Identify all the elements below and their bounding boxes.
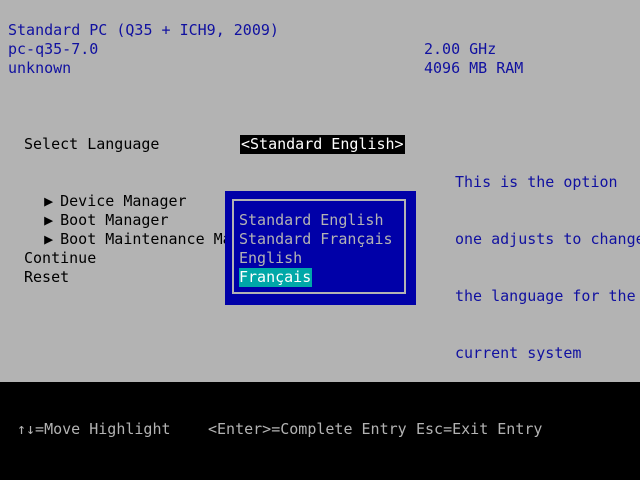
submenu-arrow-icon: ▶ <box>44 230 54 248</box>
exit-entry-hint: Esc=Exit Entry <box>416 420 543 438</box>
help-panel: This is the option one adjusts to change… <box>455 135 640 401</box>
machine-id: unknown <box>8 59 72 77</box>
continue-action[interactable]: Continue <box>24 249 96 268</box>
help-line: one adjusts to change <box>455 230 640 248</box>
machine-version: pc-q35-7.0 <box>8 40 99 58</box>
help-line: current system <box>455 344 582 362</box>
select-language-value[interactable]: <Standard English> <box>240 135 405 154</box>
help-line: the language for the <box>455 287 636 305</box>
language-option-francais[interactable]: Français <box>239 268 313 287</box>
memory-size: 4096 MB RAM <box>424 59 524 77</box>
move-highlight-hint: ↑↓=Move Highlight <box>17 420 171 438</box>
help-line: This is the option <box>455 173 618 191</box>
select-language-label[interactable]: Select Language <box>24 135 159 154</box>
reset-action[interactable]: Reset <box>24 268 69 287</box>
language-option-standard-english[interactable]: Standard English <box>239 211 384 230</box>
complete-entry-hint: <Enter>=Complete Entry <box>208 420 407 438</box>
bios-setup-screen: Standard PC (Q35 + ICH9, 2009) pc-q35-7.… <box>0 0 640 480</box>
language-option-standard-francais[interactable]: Standard Français <box>239 230 393 249</box>
machine-name: Standard PC (Q35 + ICH9, 2009) <box>8 21 279 39</box>
cpu-speed: 2.00 GHz <box>424 40 497 58</box>
language-option-english[interactable]: English <box>239 249 302 268</box>
